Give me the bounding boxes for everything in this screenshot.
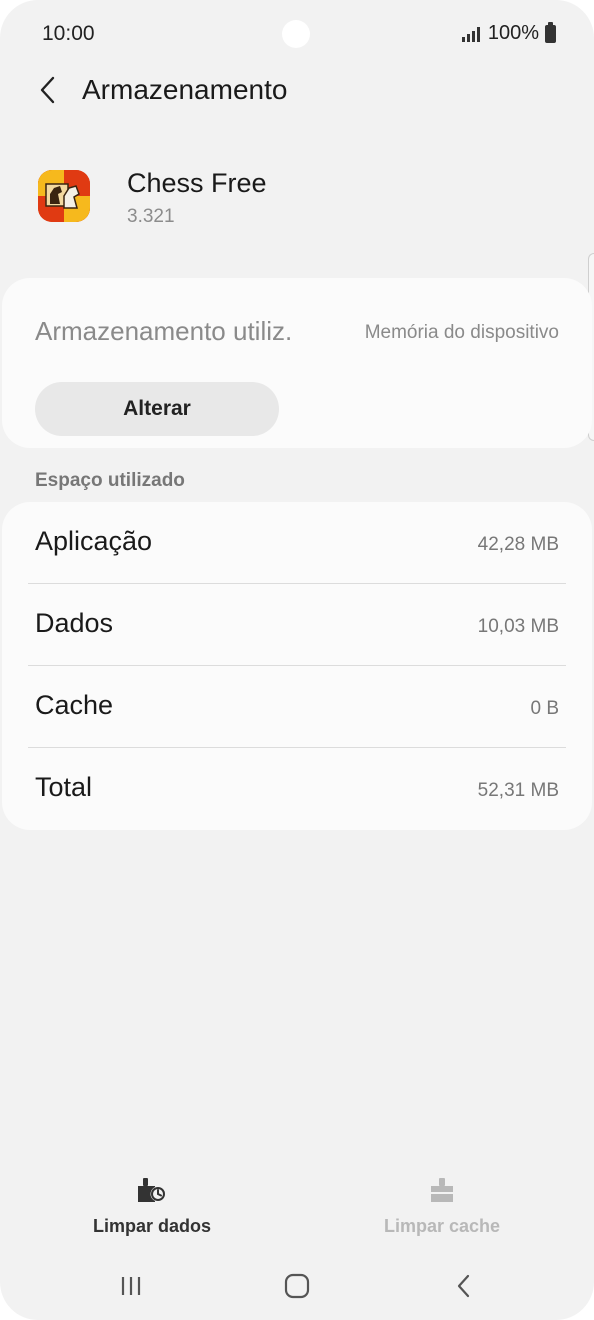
row-value: 42,28 MB — [477, 534, 559, 555]
space-row-cache: Cache 0 B — [2, 666, 592, 748]
change-storage-button[interactable]: Alterar — [35, 382, 279, 436]
row-label: Aplicação — [35, 526, 153, 556]
space-used-card: Aplicação 42,28 MB Dados 10,03 MB Cache … — [2, 502, 592, 830]
space-row-total: Total 52,31 MB — [2, 748, 592, 830]
chevron-left-icon — [40, 76, 55, 104]
app-name: Chess Free — [127, 168, 267, 198]
home-icon — [284, 1273, 310, 1299]
system-back-button[interactable] — [434, 1260, 494, 1312]
clear-data-icon — [138, 1178, 166, 1202]
back-button[interactable] — [26, 68, 70, 112]
page-title: Armazenamento — [82, 74, 288, 105]
camera-cutout — [282, 20, 310, 48]
back-arrow-icon — [457, 1274, 470, 1298]
row-value: 10,03 MB — [477, 616, 559, 637]
status-indicators: 100% — [461, 21, 556, 45]
row-label: Dados — [35, 608, 114, 638]
phone-screen: 10:00 100% Armazenamento Chess Free 3.32… — [0, 0, 594, 1320]
row-label: Cache — [35, 690, 114, 720]
space-used-section-title: Espaço utilizado — [35, 470, 185, 491]
storage-location-value: Memória do dispositivo — [364, 322, 559, 343]
clear-cache-button[interactable]: Limpar cache — [342, 1170, 542, 1237]
clear-data-button[interactable]: Limpar dados — [52, 1170, 252, 1237]
system-navigation-bar — [0, 1260, 594, 1312]
row-value: 52,31 MB — [477, 780, 559, 801]
clear-cache-icon — [431, 1178, 453, 1202]
app-version: 3.321 — [127, 206, 175, 227]
storage-card: Armazenamento utiliz. Memória do disposi… — [2, 278, 592, 448]
chess-app-icon — [38, 170, 90, 222]
battery-percent: 100% — [487, 22, 539, 44]
battery-icon — [545, 21, 556, 43]
space-row-data: Dados 10,03 MB — [2, 584, 592, 666]
storage-used-label: Armazenamento utiliz. — [35, 316, 293, 346]
status-time: 10:00 — [42, 22, 95, 45]
clear-cache-label: Limpar cache — [383, 1216, 501, 1236]
app-bar: Armazenamento — [0, 60, 594, 124]
space-row-application: Aplicação 42,28 MB — [2, 502, 592, 584]
recents-button[interactable] — [101, 1260, 161, 1312]
recents-icon — [121, 1277, 141, 1295]
bottom-action-bar: Limpar dados Limpar cache — [0, 1170, 594, 1250]
app-info: Chess Free 3.321 — [0, 160, 594, 240]
signal-icon — [461, 26, 480, 42]
row-label: Total — [35, 772, 93, 802]
row-value: 0 B — [530, 698, 559, 719]
home-button[interactable] — [267, 1260, 327, 1312]
clear-data-label: Limpar dados — [92, 1216, 212, 1236]
status-bar: 10:00 100% — [0, 0, 594, 68]
